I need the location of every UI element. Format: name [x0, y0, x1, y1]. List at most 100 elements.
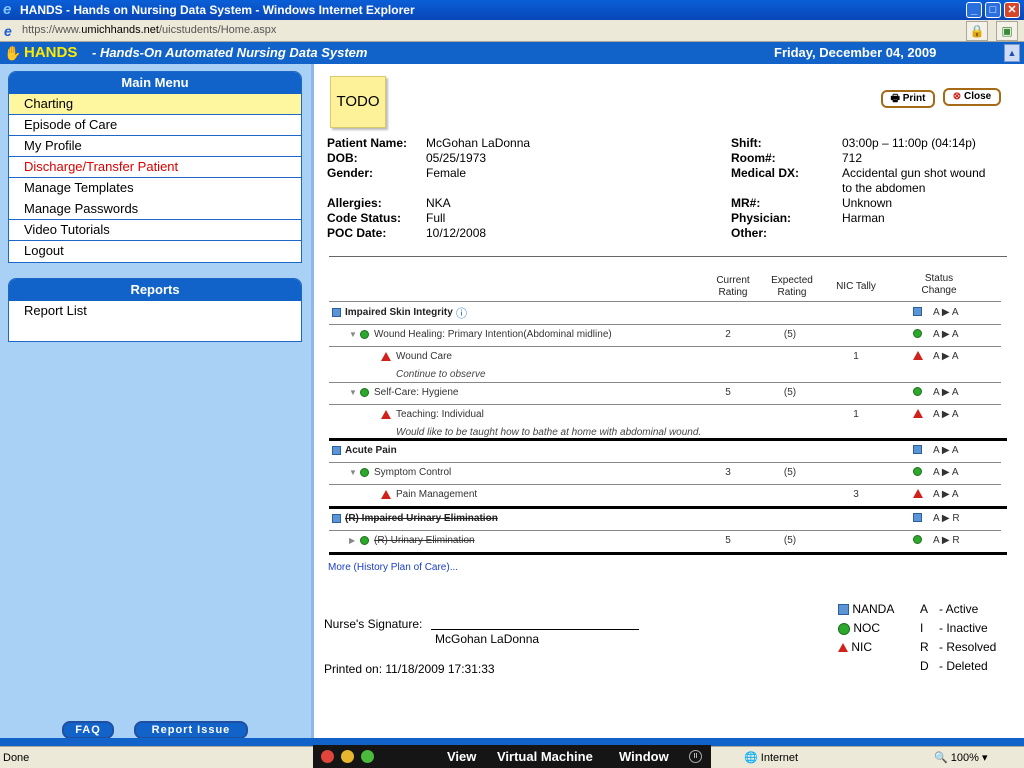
- vm-minimize-icon[interactable]: [341, 750, 354, 763]
- divider: [329, 256, 1007, 257]
- nanda-icon: [332, 445, 341, 456]
- noc-icon: [360, 329, 369, 340]
- table-row[interactable]: Wound Care 1 A ▶ A Continue to observe: [329, 347, 1001, 383]
- window-title: HANDS - Hands on Nursing Data System - W…: [20, 3, 415, 17]
- nic-icon: [913, 408, 923, 419]
- status-change: A ▶ A: [933, 467, 959, 478]
- charting-content: TODO 🖶 Print ⊗ Close Patient Name: McGoh…: [311, 64, 1021, 738]
- row-label[interactable]: (R) Urinary Elimination: [374, 535, 475, 546]
- info-icon[interactable]: ⓘ: [456, 305, 467, 321]
- noc-icon: [913, 466, 922, 477]
- nic-icon: [913, 350, 923, 361]
- menu-item-logout[interactable]: Logout: [9, 241, 301, 262]
- signature-label: Nurse's Signature:: [324, 617, 423, 631]
- menu-item-charting[interactable]: Charting: [9, 94, 301, 115]
- table-row[interactable]: ▶ (R) Urinary Elimination 5 (5) A ▶ R: [329, 531, 1001, 553]
- poc-date-label: POC Date:: [327, 226, 387, 240]
- close-button[interactable]: ⊗ Close: [943, 88, 1001, 106]
- faq-button[interactable]: FAQ: [62, 721, 114, 739]
- row-label[interactable]: Impaired Skin Integrity: [345, 307, 453, 318]
- patient-name: McGohan LaDonna: [426, 136, 531, 150]
- close-window-button[interactable]: ✕: [1004, 2, 1020, 18]
- todo-note[interactable]: TODO: [330, 76, 386, 128]
- status-change: A ▶ R: [933, 513, 960, 524]
- allergies-value: NKA: [426, 196, 451, 210]
- current-rating: 3: [725, 467, 731, 478]
- ie-logo-icon: e: [3, 1, 12, 18]
- legend-noc: NOC: [838, 619, 894, 638]
- rss-icon[interactable]: ▣: [996, 21, 1018, 41]
- lock-icon[interactable]: 🔒: [966, 21, 988, 41]
- zone-label: Internet: [760, 752, 799, 764]
- legend-r-desc: - Resolved: [939, 640, 997, 654]
- zoom-control[interactable]: 🔍 100% ▾: [934, 751, 987, 764]
- table-row[interactable]: Teaching: Individual 1 A ▶ A Would like …: [329, 405, 1001, 441]
- row-label[interactable]: Pain Management: [396, 489, 477, 500]
- table-row[interactable]: Impaired Skin Integrity ⓘ A ▶ A: [329, 303, 1001, 325]
- menu-item-discharge-transfer[interactable]: Discharge/Transfer Patient: [9, 157, 301, 178]
- nic-icon: [381, 409, 391, 420]
- more-history-link[interactable]: More (History Plan of Care)...: [328, 562, 458, 573]
- scroll-up-icon[interactable]: ▲: [1004, 44, 1020, 62]
- report-issue-button[interactable]: Report Issue: [134, 721, 248, 739]
- expand-arrow-icon[interactable]: ▼: [349, 467, 357, 478]
- current-rating: 2: [725, 329, 731, 340]
- vm-zoom-icon[interactable]: [361, 750, 374, 763]
- legend-status-descs: - Active - Inactive - Resolved - Deleted: [939, 600, 996, 676]
- table-row[interactable]: ▼ Self-Care: Hygiene 5 (5) A ▶ A: [329, 383, 1001, 405]
- row-label[interactable]: Self-Care: Hygiene: [374, 387, 458, 398]
- minimize-button[interactable]: _: [966, 2, 982, 18]
- legend-a-desc: - Active: [939, 602, 979, 616]
- status-text: Done: [3, 752, 30, 764]
- row-label[interactable]: Wound Care: [396, 351, 452, 362]
- status-change: A ▶ A: [933, 445, 959, 456]
- expand-arrow-icon[interactable]: ▼: [349, 329, 357, 340]
- vm-window-menu[interactable]: Window: [619, 745, 669, 768]
- table-row[interactable]: (R) Impaired Urinary Elimination A ▶ R: [329, 509, 1001, 531]
- table-row[interactable]: Pain Management 3 A ▶ A: [329, 485, 1001, 507]
- menu-item-report-list[interactable]: Report List: [9, 301, 301, 322]
- mr-label: MR#:: [731, 196, 761, 210]
- table-row[interactable]: ▼ Symptom Control 3 (5) A ▶ A: [329, 463, 1001, 485]
- header-divider: [329, 301, 1001, 302]
- code-status-value: Full: [426, 211, 446, 225]
- noc-icon: [913, 534, 922, 545]
- menu-item-my-profile[interactable]: My Profile: [9, 136, 301, 157]
- expand-arrow-icon[interactable]: ▶: [349, 535, 355, 546]
- row-label[interactable]: (R) Impaired Urinary Elimination: [345, 513, 498, 524]
- reports-menu: Reports Report List: [8, 278, 302, 342]
- mr-value: Unknown: [842, 196, 893, 210]
- allergies-label: Allergies:: [327, 196, 382, 210]
- vm-pause-icon[interactable]: II: [689, 750, 702, 763]
- medical-dx-line1: Accidental gun shot wound: [842, 166, 986, 180]
- row-label[interactable]: Teaching: Individual: [396, 409, 484, 420]
- expected-rating: (5): [783, 387, 797, 398]
- expand-arrow-icon[interactable]: ▼: [349, 387, 357, 398]
- status-change: A ▶ A: [933, 329, 959, 340]
- nanda-icon: [913, 306, 922, 317]
- row-label[interactable]: Wound Healing: Primary Intention(Abdomin…: [374, 329, 612, 340]
- nic-tally: 1: [853, 351, 859, 362]
- table-row[interactable]: ▼ Wound Healing: Primary Intention(Abdom…: [329, 325, 1001, 347]
- vm-virtual-machine-menu[interactable]: Virtual Machine: [497, 745, 593, 768]
- vm-close-icon[interactable]: [321, 750, 334, 763]
- status-change: A ▶ A: [933, 387, 959, 398]
- row-label[interactable]: Acute Pain: [345, 445, 397, 456]
- url-field[interactable]: https://www.umichhands.net/uicstudents/H…: [22, 24, 276, 36]
- menu-item-video-tutorials[interactable]: Video Tutorials: [9, 220, 301, 241]
- other-label: Other:: [731, 226, 767, 240]
- vm-view-menu[interactable]: View: [447, 745, 476, 768]
- dob-label: DOB:: [327, 151, 358, 165]
- legend-nanda-label: NANDA: [852, 602, 895, 616]
- menu-item-manage-templates[interactable]: Manage Templates: [9, 178, 301, 199]
- maximize-button[interactable]: □: [985, 2, 1001, 18]
- nanda-icon: [332, 513, 341, 524]
- menu-item-episode-of-care[interactable]: Episode of Care: [9, 115, 301, 136]
- row-label[interactable]: Symptom Control: [374, 467, 451, 478]
- code-status-label: Code Status:: [327, 211, 402, 225]
- nanda-icon: [332, 307, 341, 318]
- table-row[interactable]: Acute Pain A ▶ A: [329, 441, 1001, 463]
- print-button[interactable]: 🖶 Print: [881, 90, 935, 108]
- menu-item-manage-passwords[interactable]: Manage Passwords: [9, 199, 301, 220]
- reports-title: Reports: [9, 279, 301, 301]
